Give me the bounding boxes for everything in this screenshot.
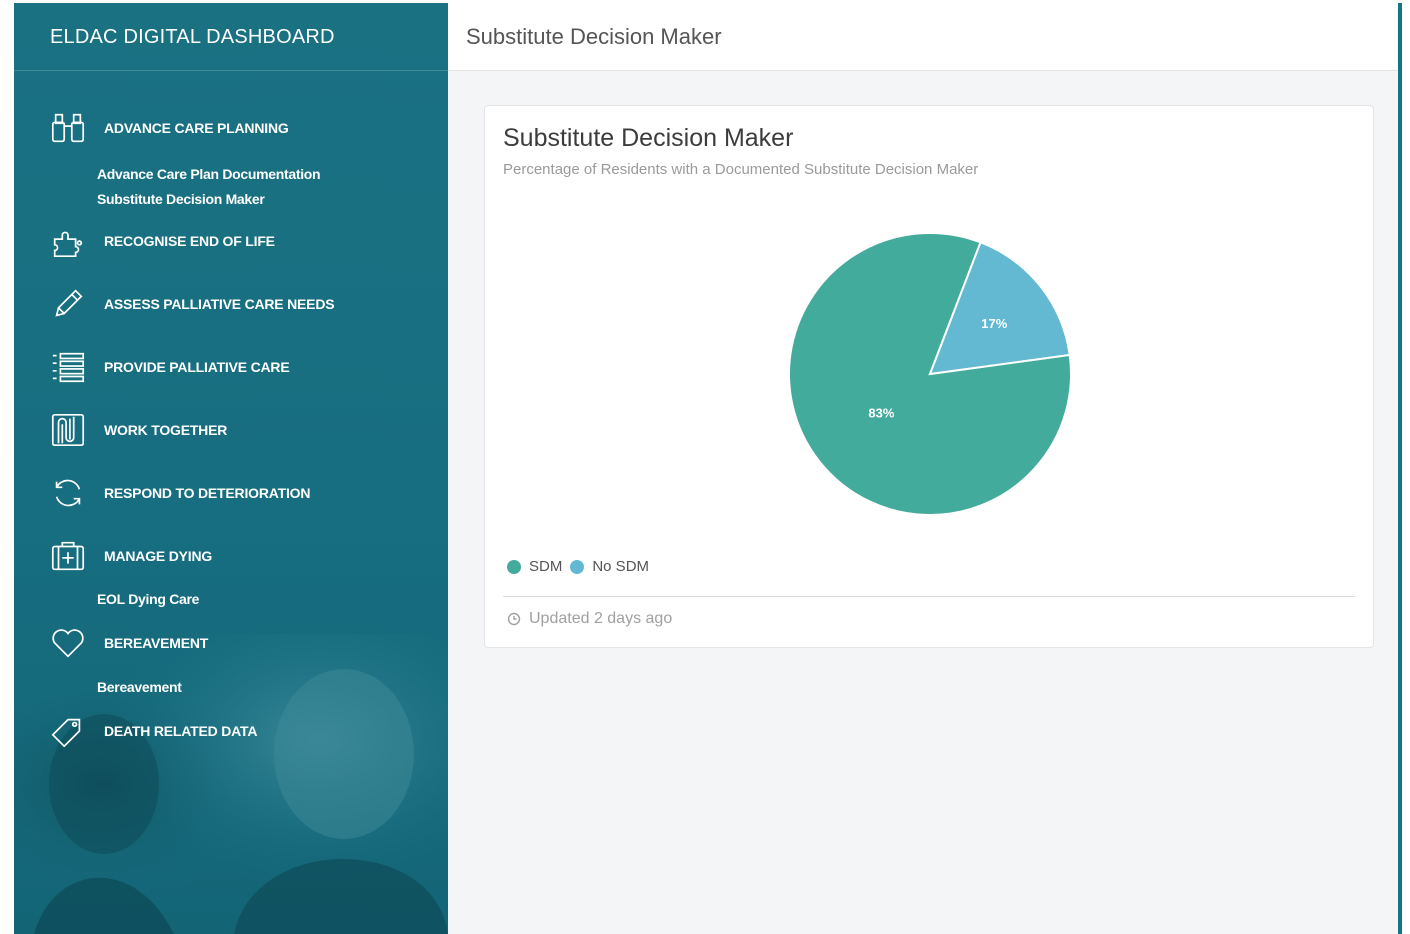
sidebar-item-recognise-end-of-life[interactable]: RECOGNISE END OF LIFE [48, 221, 275, 261]
sidebar-subitem-substitute-decision-maker[interactable]: Substitute Decision Maker [97, 191, 265, 207]
card-title: Substitute Decision Maker [503, 124, 794, 152]
sidebar-item-respond-to-deterioration[interactable]: RESPOND TO DETERIORATION [48, 473, 310, 513]
sidebar-item-label: RESPOND TO DETERIORATION [104, 485, 311, 501]
sidebar-item-label: WORK TOGETHER [104, 422, 228, 438]
sidebar-subitem-acp-documentation[interactable]: Advance Care Plan Documentation [97, 166, 321, 182]
sidebar-item-manage-dying[interactable]: MANAGE DYING [48, 536, 212, 576]
sidebar-item-label: MANAGE DYING [104, 548, 213, 564]
legend-dot-no-sdm [570, 559, 585, 574]
updated-text: Updated 2 days ago [529, 610, 673, 627]
sidebar-item-assess-palliative-care-needs[interactable]: ASSESS PALLIATIVE CARE NEEDS [48, 284, 335, 324]
card-divider [503, 596, 1355, 597]
main-content: Substitute Decision Maker Substitute Dec… [448, 3, 1398, 934]
app-title: ELDAC DIGITAL DASHBOARD [14, 3, 448, 71]
card-subtitle: Percentage of Residents with a Documente… [503, 161, 979, 178]
legend-entry-no-sdm[interactable]: No SDM [570, 558, 649, 575]
app-frame: ELDAC DIGITAL DASHBOARD ADVANCE CARE PLA… [14, 3, 1402, 934]
list-icon [48, 347, 88, 387]
legend-label-no-sdm: No SDM [592, 558, 650, 575]
chart-legend: SDM No SDM [507, 558, 657, 575]
sidebar-item-label: ADVANCE CARE PLANNING [104, 120, 289, 136]
sidebar-item-label: RECOGNISE END OF LIFE [104, 233, 275, 249]
sidebar-item-advance-care-planning[interactable]: ADVANCE CARE PLANNING [48, 108, 289, 148]
legend-dot-sdm [507, 559, 521, 574]
sidebar-item-label: DEATH RELATED DATA [104, 723, 258, 739]
clock-icon [507, 612, 521, 626]
page-title: Substitute Decision Maker [448, 3, 1398, 71]
background-photo [14, 634, 448, 934]
sidebar-subitem-bereavement[interactable]: Bereavement [97, 679, 182, 695]
medical-kit-icon [48, 536, 88, 576]
sidebar: ELDAC DIGITAL DASHBOARD ADVANCE CARE PLA… [14, 3, 448, 934]
sidebar-item-provide-palliative-care[interactable]: PROVIDE PALLIATIVE CARE [48, 347, 290, 387]
sidebar-item-death-related-data[interactable]: DEATH RELATED DATA [48, 711, 257, 751]
legend-label-sdm: SDM [529, 558, 563, 575]
card-footer: Updated 2 days ago [507, 610, 672, 628]
sidebar-item-work-together[interactable]: WORK TOGETHER [48, 410, 227, 450]
sidebar-item-bereavement[interactable]: BEREAVEMENT [48, 623, 208, 663]
tag-icon [48, 711, 88, 751]
sidebar-subitem-eol-dying-care[interactable]: EOL Dying Care [97, 591, 199, 607]
interlock-icon [48, 410, 88, 450]
sidebar-item-label: ASSESS PALLIATIVE CARE NEEDS [104, 296, 335, 312]
pencil-icon [48, 284, 88, 324]
heart-icon [48, 623, 88, 663]
chart-card: Substitute Decision Maker Percentage of … [484, 105, 1374, 648]
puzzle-icon [48, 221, 88, 261]
binoculars-icon [48, 108, 88, 148]
refresh-icon [48, 473, 88, 513]
legend-entry-sdm[interactable]: SDM [507, 558, 562, 575]
sidebar-item-label: PROVIDE PALLIATIVE CARE [104, 359, 290, 375]
pie-label-sdm: 83% [868, 406, 894, 421]
sidebar-item-label: BEREAVEMENT [104, 635, 209, 651]
pie-label-no-sdm: 17% [981, 316, 1007, 331]
pie-chart: 83% 17% [788, 232, 1072, 516]
